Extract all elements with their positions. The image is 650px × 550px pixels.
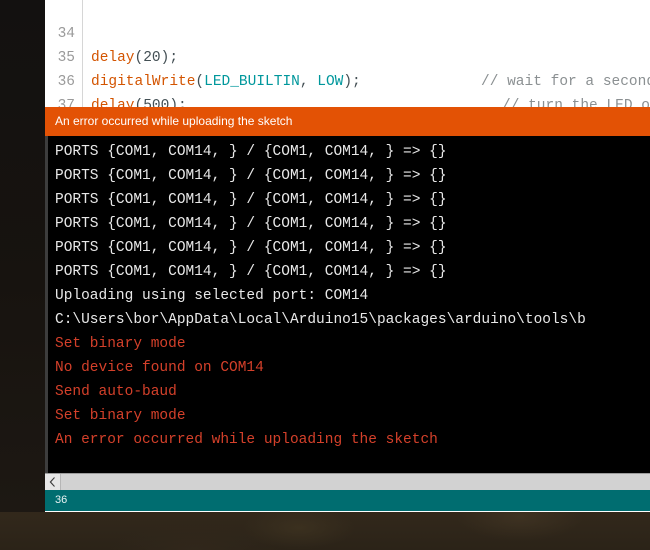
scrollbar-track[interactable] xyxy=(61,474,650,490)
console-line: An error occurred while uploading the sk… xyxy=(55,432,438,448)
console-line: No device found on COM14 xyxy=(55,360,264,376)
console-line: Set binary mode xyxy=(55,336,186,352)
chevron-left-icon[interactable] xyxy=(45,474,61,490)
code-comment: // turn the LED off xyxy=(502,98,650,107)
console-line: PORTS {COM1, COM14, } / {COM1, COM14, } … xyxy=(55,216,447,232)
status-line-number: 36 xyxy=(55,494,68,506)
console-line: PORTS {COM1, COM14, } / {COM1, COM14, } … xyxy=(55,264,447,280)
token-args: (500); xyxy=(134,98,187,107)
console-horizontal-scrollbar[interactable] xyxy=(45,473,650,490)
code-line-37[interactable]: 37 } xyxy=(45,70,650,107)
console-output[interactable]: PORTS {COM1, COM14, } / {COM1, COM14, } … xyxy=(45,136,650,473)
console-line: Set binary mode xyxy=(55,408,186,424)
line-number: 37 xyxy=(57,98,75,107)
console-line: Uploading using selected port: COM14 xyxy=(55,288,369,304)
code-line-35[interactable]: 35 digitalWrite(LED_BUILTIN, LOW); // tu… xyxy=(45,22,650,107)
console-line: PORTS {COM1, COM14, } / {COM1, COM14, } … xyxy=(55,168,447,184)
console-line: C:\Users\bor\AppData\Local\Arduino15\pac… xyxy=(55,312,586,328)
code-editor[interactable]: _ 34 delay(20); // wait for a second 35 … xyxy=(45,0,650,107)
console-line-list: PORTS {COM1, COM14, } / {COM1, COM14, } … xyxy=(45,140,650,452)
console-left-border xyxy=(45,136,48,473)
console-line: Send auto-baud xyxy=(55,384,177,400)
status-bar: 36 xyxy=(45,490,650,511)
console-line: PORTS {COM1, COM14, } / {COM1, COM14, } … xyxy=(55,192,447,208)
arduino-ide-window: _ 34 delay(20); // wait for a second 35 … xyxy=(45,0,650,512)
code-line-36[interactable]: 36 delay(500); // wait for a second xyxy=(45,46,650,107)
console-line: PORTS {COM1, COM14, } / {COM1, COM14, } … xyxy=(55,144,447,160)
error-banner[interactable]: An error occurred while uploading the sk… xyxy=(45,107,650,136)
console-line: PORTS {COM1, COM14, } / {COM1, COM14, } … xyxy=(55,240,447,256)
desktop-background: _ 34 delay(20); // wait for a second 35 … xyxy=(0,0,650,550)
desktop-left-strip xyxy=(0,0,45,512)
code-line-34[interactable]: 34 delay(20); // wait for a second xyxy=(45,0,650,90)
